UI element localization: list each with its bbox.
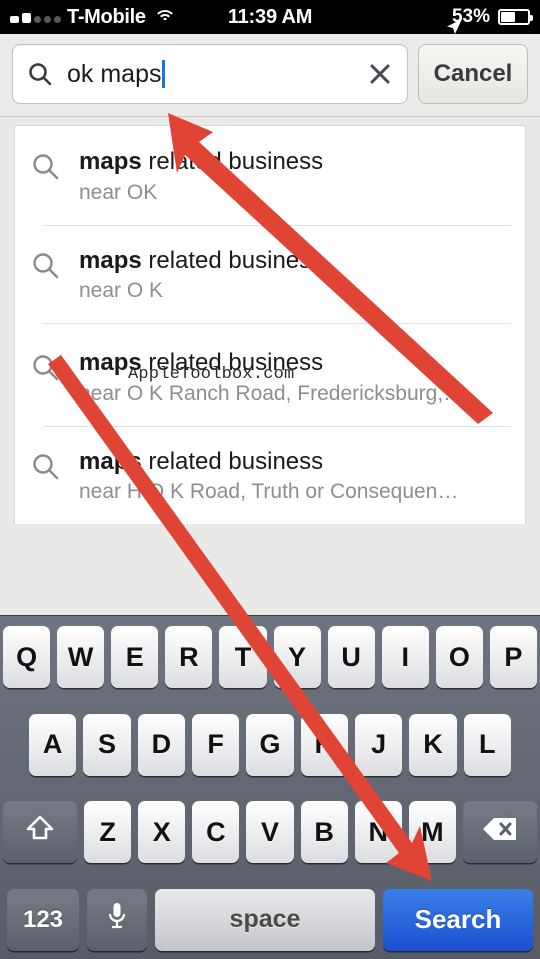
key-p[interactable]: P: [489, 626, 537, 688]
key-d[interactable]: D: [137, 713, 185, 776]
key-e[interactable]: E: [111, 626, 159, 688]
status-bar: T-Mobile 11:39 AM 53%: [0, 0, 540, 34]
keyboard-row-4: 123 space Search: [3, 888, 537, 951]
battery-icon: [498, 9, 533, 25]
key-x[interactable]: X: [138, 801, 186, 864]
suggestion-subtitle: near O K Ranch Road, Fredericksburg,…: [79, 381, 465, 405]
key-j[interactable]: J: [354, 713, 403, 776]
key-s[interactable]: S: [83, 713, 131, 776]
search-key[interactable]: Search: [383, 888, 533, 951]
suggestion-query-bold: maps: [79, 447, 142, 475]
on-screen-keyboard: Q W E R T Y U I O P A S D F G H J K L Z …: [0, 615, 540, 959]
suggestion-query-rest: related business: [141, 148, 324, 175]
cancel-button[interactable]: Cancel: [418, 44, 528, 104]
key-o[interactable]: O: [435, 626, 483, 688]
list-item-text: maps related business near OK: [79, 148, 509, 205]
suggestion-title: maps related business: [79, 247, 323, 274]
suggestion-query-rest: related business: [141, 447, 324, 475]
suggestion-query-rest: related business: [141, 246, 324, 274]
key-m[interactable]: M: [408, 801, 456, 864]
key-l[interactable]: L: [463, 713, 511, 776]
text-cursor: [162, 60, 166, 88]
battery-percent: 53%: [451, 6, 490, 27]
keyboard-row-1: Q W E R T Y U I O P: [3, 626, 537, 688]
watermark: AppleToolbox.com: [128, 365, 295, 384]
microphone-icon: [105, 900, 129, 939]
suggestions-list: maps related business near OK maps relat…: [14, 125, 526, 525]
key-t[interactable]: T: [219, 626, 267, 688]
phone-screen: T-Mobile 11:39 AM 53% ok maps Cancel map…: [0, 0, 540, 959]
list-item-text: maps related business near O K: [79, 247, 509, 304]
list-item[interactable]: maps related business near O K: [15, 224, 525, 324]
suggestion-query-bold: maps: [79, 148, 142, 175]
search-input-text: ok maps: [67, 60, 367, 89]
key-q[interactable]: Q: [3, 626, 51, 688]
search-bar: ok maps Cancel: [0, 34, 540, 117]
suggestion-subtitle: near OK: [79, 180, 158, 204]
suggestion-subtitle: near O K: [79, 279, 164, 303]
key-k[interactable]: K: [409, 713, 457, 776]
suggestion-title: maps related business: [79, 148, 323, 175]
key-c[interactable]: C: [192, 801, 240, 864]
list-item-text: maps related business near H O K Road, T…: [79, 448, 509, 505]
key-n[interactable]: N: [354, 801, 402, 864]
key-i[interactable]: I: [381, 626, 429, 688]
suggestion-subtitle: near H O K Road, Truth or Consequen…: [79, 480, 459, 504]
search-icon: [31, 353, 61, 383]
backspace-icon: [481, 815, 519, 850]
key-g[interactable]: G: [246, 713, 294, 776]
key-r[interactable]: R: [165, 626, 213, 688]
search-input-value: ok maps: [67, 59, 162, 88]
list-item[interactable]: maps related business near OK: [15, 126, 525, 225]
key-v[interactable]: V: [246, 801, 294, 864]
key-u[interactable]: U: [327, 626, 375, 688]
list-item[interactable]: maps related business near H O K Road, T…: [15, 425, 525, 525]
key-w[interactable]: W: [57, 626, 105, 688]
space-key[interactable]: space: [155, 888, 375, 951]
close-x-icon[interactable]: [367, 61, 393, 87]
search-input[interactable]: ok maps: [12, 44, 408, 104]
keyboard-row-2: A S D F G H J K L: [3, 713, 537, 776]
shift-arrow-icon: [23, 813, 57, 852]
suggestion-title: maps related business: [79, 448, 323, 475]
suggestions-panel: maps related business near OK maps relat…: [0, 117, 540, 525]
status-bar-right: 53%: [444, 6, 540, 34]
key-b[interactable]: B: [300, 801, 348, 864]
numbers-key[interactable]: 123: [7, 888, 79, 951]
key-z[interactable]: Z: [84, 801, 132, 864]
search-icon: [27, 61, 53, 87]
search-icon: [31, 251, 61, 281]
dictation-key[interactable]: [87, 888, 147, 951]
key-y[interactable]: Y: [273, 626, 321, 688]
key-h[interactable]: H: [300, 713, 348, 776]
backspace-key[interactable]: [462, 801, 537, 864]
keyboard-row-3: Z X C V B N M: [3, 801, 537, 864]
suggestion-query-bold: maps: [79, 246, 142, 274]
search-icon: [31, 152, 61, 182]
key-f[interactable]: F: [192, 713, 240, 776]
search-icon: [31, 452, 61, 482]
key-a[interactable]: A: [29, 713, 77, 776]
shift-key[interactable]: [3, 801, 77, 864]
